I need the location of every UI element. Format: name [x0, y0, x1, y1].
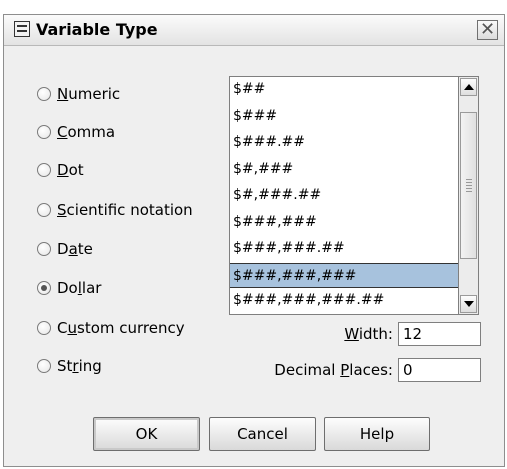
title-bar[interactable]: Variable Type ✕: [4, 15, 504, 46]
width-input[interactable]: 12: [398, 322, 481, 346]
close-button[interactable]: ✕: [477, 20, 498, 40]
scroll-thumb[interactable]: [460, 112, 477, 259]
radio-button[interactable]: [37, 87, 51, 101]
radio-date[interactable]: Date: [37, 238, 93, 260]
radio-label-dollar: Dollar: [57, 279, 102, 297]
radio-comma[interactable]: Comma: [37, 121, 115, 143]
scroll-down-button[interactable]: [460, 295, 477, 313]
decimal-places-label: Decimal Places:: [274, 361, 393, 379]
close-icon: ✕: [479, 19, 496, 40]
list-item-selected[interactable]: $###,###,###: [230, 262, 458, 288]
variable-type-dialog: Variable Type ✕ Numeric Comma Dot Scient…: [3, 14, 505, 467]
list-scrollbar[interactable]: [459, 76, 479, 315]
radio-label-dot: Dot: [57, 161, 84, 179]
radio-button[interactable]: [37, 321, 51, 335]
dialog-icon: [14, 21, 30, 37]
dollar-format-list[interactable]: $## $### $###.## $#,### $#,###.## $###,#…: [229, 76, 459, 315]
cancel-button[interactable]: Cancel: [209, 417, 316, 451]
ok-button[interactable]: OK: [93, 417, 200, 451]
radio-string[interactable]: String: [37, 355, 102, 377]
list-item[interactable]: $###: [230, 104, 458, 131]
radio-label-numeric: Numeric: [57, 85, 121, 103]
scroll-up-button[interactable]: [460, 78, 477, 96]
list-item[interactable]: $##: [230, 77, 458, 104]
radio-button[interactable]: [37, 359, 51, 373]
radio-label-comma: Comma: [57, 123, 116, 141]
radio-button[interactable]: [37, 203, 51, 217]
radio-button-checked[interactable]: [37, 281, 51, 295]
radio-dot[interactable]: Dot: [37, 159, 84, 181]
radio-label-date: Date: [57, 240, 93, 258]
grip-icon: [466, 179, 472, 193]
width-label: Width:: [344, 325, 393, 343]
arrow-up-icon: [464, 84, 474, 90]
list-item[interactable]: $###,###: [230, 210, 458, 237]
list-item[interactable]: $###,###,###.##: [230, 288, 458, 314]
list-item[interactable]: $###.##: [230, 130, 458, 157]
list-item[interactable]: $#,###.##: [230, 183, 458, 210]
radio-label-scientific-notation: Scientific notation: [57, 201, 193, 219]
list-item[interactable]: $#,###: [230, 157, 458, 184]
list-item[interactable]: $###,###.##: [230, 236, 458, 263]
radio-label-custom-currency: Custom currency: [57, 319, 185, 337]
arrow-down-icon: [464, 301, 474, 307]
radio-button[interactable]: [37, 163, 51, 177]
radio-button[interactable]: [37, 242, 51, 256]
radio-scientific-notation[interactable]: Scientific notation: [37, 199, 193, 221]
radio-dollar[interactable]: Dollar: [37, 277, 101, 299]
dialog-title: Variable Type: [36, 20, 158, 39]
radio-button[interactable]: [37, 125, 51, 139]
help-button[interactable]: Help: [324, 417, 430, 451]
radio-custom-currency[interactable]: Custom currency: [37, 317, 185, 339]
decimal-places-input[interactable]: 0: [398, 358, 481, 382]
radio-numeric[interactable]: Numeric: [37, 83, 120, 105]
radio-label-string: String: [57, 357, 102, 375]
